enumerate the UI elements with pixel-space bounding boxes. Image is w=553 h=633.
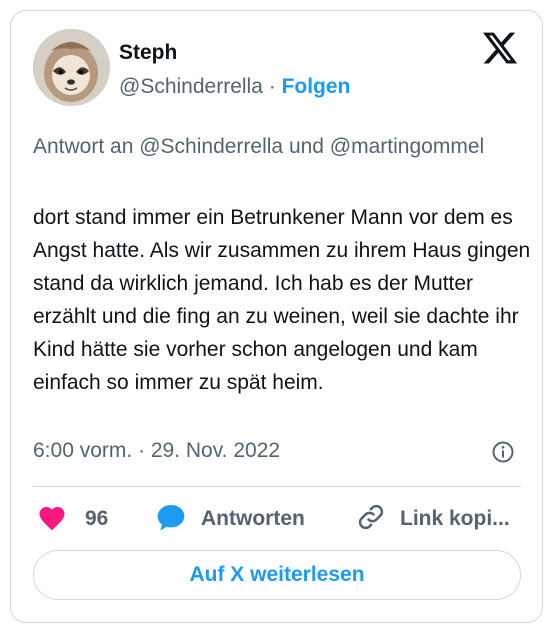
copy-link-label: Link kopi... bbox=[400, 507, 510, 530]
copy-link-button[interactable]: Link kopi... bbox=[356, 501, 510, 537]
speech-bubble-icon bbox=[155, 502, 187, 537]
reply-label: Antworten bbox=[201, 507, 305, 530]
author-avatar[interactable] bbox=[33, 29, 110, 106]
tweet-timestamp[interactable]: 6:00 vorm. · 29. Nov. 2022 bbox=[33, 439, 280, 463]
info-icon[interactable] bbox=[491, 440, 515, 464]
divider bbox=[33, 486, 521, 487]
like-button[interactable]: 96 bbox=[37, 501, 108, 537]
reply-to-line: Antwort an @Schinderrella und @martingom… bbox=[33, 135, 485, 158]
heart-icon bbox=[37, 503, 67, 536]
tweet-card: Steph @Schinderrella · Folgen Antwort an… bbox=[10, 10, 543, 623]
like-count: 96 bbox=[85, 507, 109, 530]
link-icon bbox=[356, 502, 386, 537]
follow-button[interactable]: Folgen bbox=[282, 75, 351, 98]
handle-separator: · bbox=[262, 75, 282, 98]
read-on-x-button[interactable]: Auf X weiterlesen bbox=[33, 550, 521, 600]
author-handle-line: @Schinderrella · Folgen bbox=[119, 75, 350, 99]
sloth-avatar-icon bbox=[33, 29, 110, 106]
reply-button[interactable]: Antworten bbox=[155, 501, 305, 537]
x-logo-icon[interactable] bbox=[481, 29, 519, 67]
author-display-name[interactable]: Steph bbox=[119, 41, 177, 65]
author-handle[interactable]: @Schinderrella bbox=[119, 75, 263, 98]
action-bar: 96 Antworten Link kopi... bbox=[11, 501, 544, 537]
tweet-text: dort stand immer ein Betrunkener Mann vo… bbox=[33, 206, 531, 394]
